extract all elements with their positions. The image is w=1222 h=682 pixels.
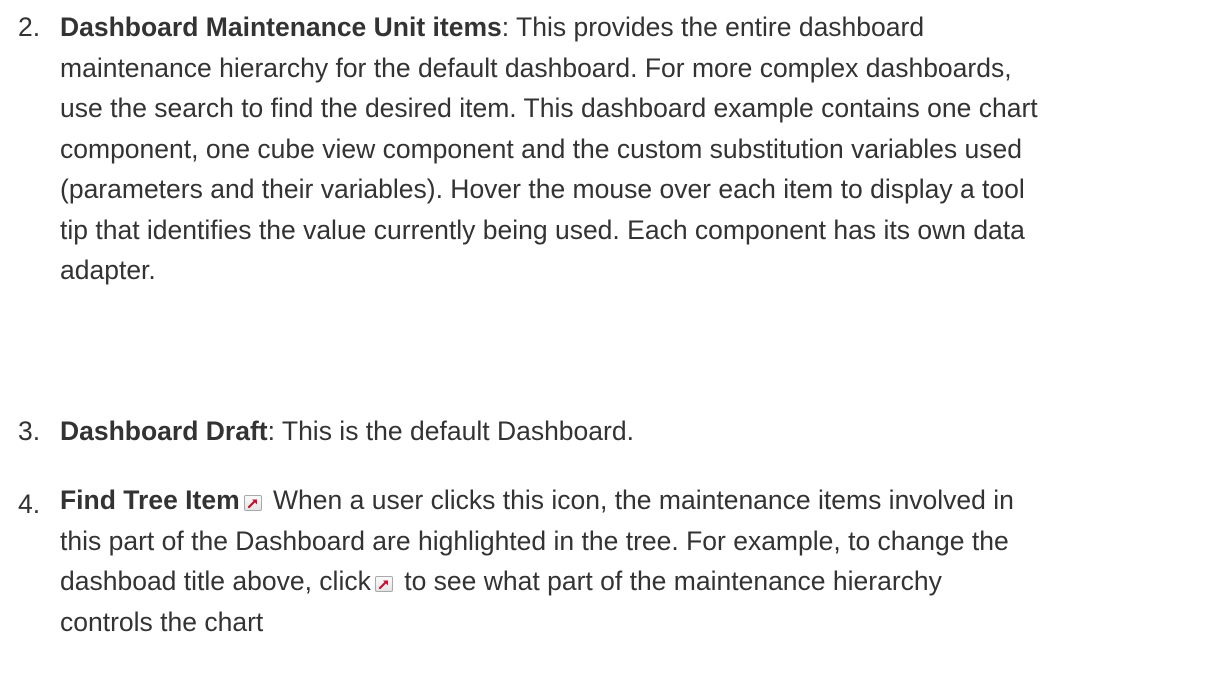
list-item-body: Find Tree Item When a user clicks this i… [60, 480, 1218, 642]
text-line: controls the chart [60, 606, 264, 637]
find-tree-item-icon[interactable] [374, 576, 393, 592]
list-number: 3. [18, 416, 41, 446]
text-segment: dashboad title above, click [60, 566, 371, 596]
text-line: tip that identifies the value currently … [60, 214, 1025, 245]
text-line: use the search to find the desired item.… [60, 93, 1038, 123]
text-line: Dashboard Draft: This is the default Das… [60, 411, 1218, 452]
label-separator: : [267, 416, 275, 446]
text-segment: This provides the entire dashboard [509, 12, 925, 42]
text-line: dashboad title above, click to see what … [60, 561, 1218, 602]
text-line: this part of the Dashboard are highlight… [60, 525, 1009, 556]
item-label: Find Tree Item [60, 485, 240, 515]
item-label: Dashboard Maintenance Unit items [60, 12, 502, 42]
text-line: maintenance hierarchy for the default da… [60, 52, 1012, 83]
list-item-body: Dashboard Maintenance Unit items: This p… [60, 7, 1218, 291]
text-segment: This is the default Dashboard. [275, 416, 634, 446]
text-line: Find Tree Item When a user clicks this i… [60, 480, 1218, 521]
text-line: component, one cube view component and t… [60, 133, 1022, 164]
document-page: 2. Dashboard Maintenance Unit items: Thi… [0, 0, 1222, 682]
text-segment: When a user clicks this icon, the mainte… [265, 485, 1014, 515]
text-line: Dashboard Maintenance Unit items: This p… [60, 7, 1218, 48]
list-number: 2. [18, 12, 41, 42]
text-line: (parameters and their variables). Hover … [60, 174, 1025, 204]
item-label: Dashboard Draft [60, 416, 268, 446]
list-number: 4. [18, 489, 41, 519]
find-tree-item-icon[interactable] [243, 495, 262, 511]
text-line: adapter. [60, 255, 156, 285]
list-item-body: Dashboard Draft: This is the default Das… [60, 411, 1218, 452]
text-segment: to see what part of the maintenance hier… [396, 566, 942, 596]
